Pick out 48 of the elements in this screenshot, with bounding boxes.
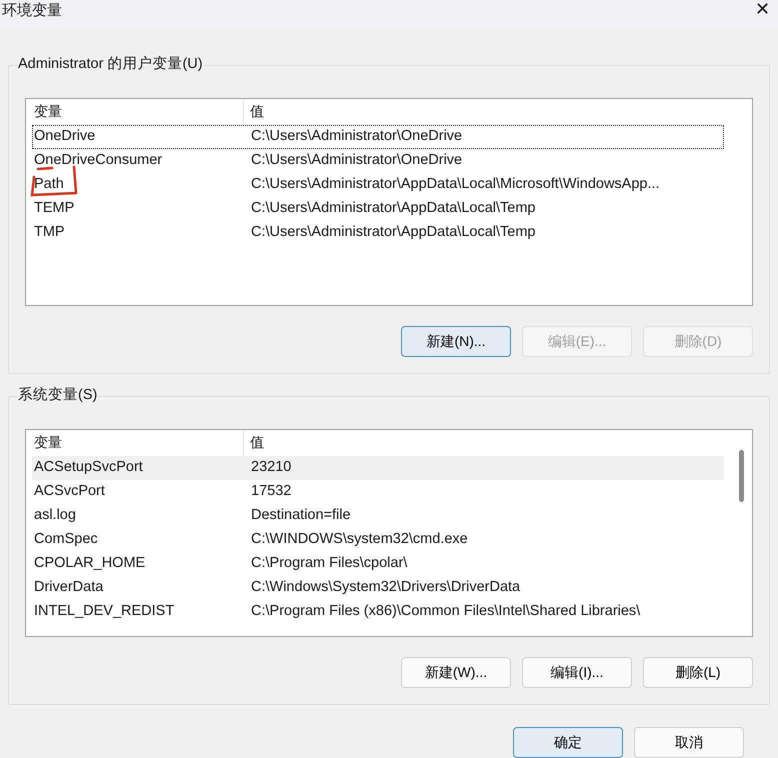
close-button[interactable]: ✕ (755, 0, 770, 23)
variable-name: OneDriveConsumer (33, 151, 164, 170)
variable-value: 23210 (250, 458, 292, 478)
variable-row[interactable]: ComSpec C:\WINDOWS\system32\cmd.exe (32, 528, 724, 552)
variable-name: OneDrive (33, 127, 96, 146)
dialog-button[interactable]: 取消 (634, 727, 744, 758)
variable-name: DriverData (33, 578, 104, 598)
dialog-button[interactable]: 新建(W)... (401, 657, 511, 688)
variable-name: ACSetupSvcPort (33, 458, 144, 478)
column-header[interactable]: 值 (244, 99, 724, 124)
dialog-button[interactable]: 确定 (513, 727, 623, 758)
variable-row[interactable]: OneDrive C:\Users\Administrator\OneDrive (32, 125, 724, 150)
variable-row[interactable]: ACSetupSvcPort 23210 (32, 456, 724, 480)
column-header[interactable]: 变量 (32, 430, 244, 455)
variable-name: asl.log (33, 506, 77, 526)
variable-row[interactable]: asl.log Destination=file (32, 504, 724, 528)
variable-name: INTEL_DEV_REDIST (33, 602, 176, 622)
column-header[interactable]: 变量 (32, 99, 244, 124)
variable-value: Destination=file (250, 506, 352, 526)
variable-value: 17532 (250, 482, 292, 502)
variable-value: C:\Users\Administrator\OneDrive (250, 151, 464, 170)
variable-row[interactable]: TMP C:\Users\Administrator\AppData\Local\Temp (32, 221, 724, 246)
variable-row[interactable]: DriverData C:\Windows\System32\Drivers\DriverData (32, 576, 724, 600)
variable-row[interactable]: CPOLAR_HOME C:\Program Files\cpolar\ (32, 552, 724, 576)
variable-value: C:\Program Files (x86)\Common Files\Intel\Shared Libraries\ (250, 602, 642, 622)
variable-row[interactable]: OneDriveConsumer C:\Users\Administrator\OneDrive (32, 149, 724, 174)
dialog-button[interactable]: 删除(L) (643, 657, 753, 688)
variable-value: C:\Users\Administrator\OneDrive (250, 127, 464, 146)
dialog-button[interactable]: 编辑(I)... (522, 657, 632, 688)
variable-row[interactable]: ACSvcPort 17532 (32, 480, 724, 504)
variable-name: ACSvcPort (33, 482, 106, 502)
variable-value: C:\Users\Administrator\AppData\Local\Temp (250, 199, 536, 218)
variable-name: TMP (33, 223, 66, 242)
column-header[interactable]: 值 (244, 430, 724, 455)
variable-row[interactable]: TEMP C:\Users\Administrator\AppData\Local\Temp (32, 197, 724, 222)
variable-name: CPOLAR_HOME (33, 554, 146, 574)
variable-name: TEMP (33, 199, 76, 218)
variable-row[interactable]: Path C:\Users\Administrator\AppData\Local\Microsoft\WindowsApp... (32, 173, 724, 198)
window-title: 环境变量 (1, 1, 62, 21)
variable-value: C:\Windows\System32\Drivers\DriverData (250, 578, 522, 598)
dialog-button[interactable]: 新建(N)... (401, 326, 511, 358)
variable-name: Path (33, 175, 65, 194)
variable-value: C:\Users\Administrator\AppData\Local\Temp (250, 223, 536, 242)
variable-value: C:\WINDOWS\system32\cmd.exe (250, 530, 469, 550)
variable-row[interactable]: INTEL_DEV_REDIST C:\Program Files (x86)\Common Files\Intel\Shared Libraries\ (32, 600, 724, 624)
variable-name: ComSpec (33, 530, 99, 550)
variable-value: C:\Program Files\cpolar\ (250, 554, 408, 574)
variable-value: C:\Users\Administrator\AppData\Local\Microsoft\WindowsApp... (250, 175, 661, 194)
